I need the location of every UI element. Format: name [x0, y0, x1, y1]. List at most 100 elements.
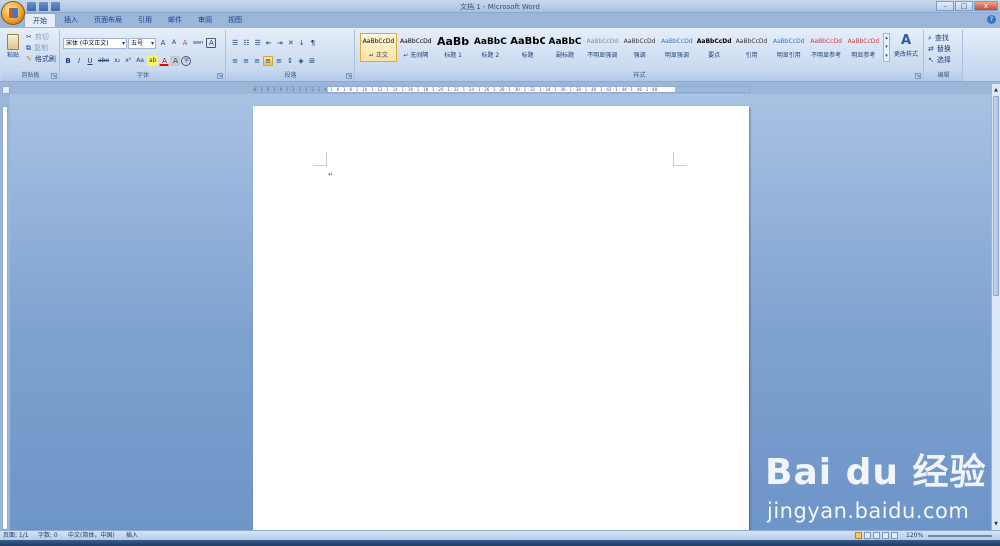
shading-button[interactable]: ◈: [296, 56, 306, 66]
font-dialog-launcher[interactable]: ↘: [217, 73, 223, 79]
style-name: ↵ 正文: [369, 52, 388, 59]
superscript-button[interactable]: x²: [123, 56, 133, 66]
vertical-ruler[interactable]: [2, 106, 8, 530]
office-button[interactable]: [1, 1, 25, 25]
line-spacing-button[interactable]: ↕: [285, 56, 295, 66]
scrollbar-thumb[interactable]: [993, 96, 999, 296]
style-item[interactable]: AaBbC 标题 2: [472, 33, 509, 62]
subscript-button[interactable]: x₂: [112, 56, 122, 66]
cut-icon: ✂: [26, 33, 32, 41]
decrease-indent-button[interactable]: ⇤: [264, 38, 274, 48]
underline-button[interactable]: U: [85, 56, 95, 66]
paste-label: 粘贴: [6, 52, 19, 59]
web-layout-view-icon[interactable]: [873, 532, 880, 539]
select-icon: ↖: [928, 56, 934, 64]
tab-page-layout[interactable]: 页面布局: [86, 13, 130, 27]
tab-selector-button[interactable]: [2, 86, 10, 94]
print-layout-view-icon[interactable]: [855, 532, 862, 539]
find-button[interactable]: 查找: [933, 33, 951, 43]
copy-button[interactable]: 复制: [32, 43, 50, 53]
style-item[interactable]: AaBbCcDd 要点: [696, 33, 733, 62]
change-case-button[interactable]: Aa: [134, 56, 146, 66]
style-item[interactable]: AaBbCcDd 引用: [733, 33, 770, 62]
tab-home[interactable]: 开始: [24, 13, 56, 27]
cut-button[interactable]: 剪切: [33, 32, 51, 42]
char-shading-button[interactable]: A: [170, 56, 181, 66]
status-bar: 页面: 1/1 字数: 0 中文(简体，中国) 插入 120%: [0, 530, 1000, 540]
justify-button[interactable]: ≡: [263, 56, 273, 66]
style-item[interactable]: AaBbCcDd 不明显强调: [584, 33, 621, 62]
highlight-button[interactable]: ab: [146, 56, 159, 66]
paragraph-mark: ↵: [328, 171, 334, 178]
style-item[interactable]: AaBbCcDd ↵ 正文: [360, 33, 397, 62]
numbering-button[interactable]: ☷: [241, 38, 251, 48]
style-item[interactable]: AaBb 标题 1: [435, 33, 472, 62]
style-name: 强调: [633, 52, 646, 59]
draft-view-icon[interactable]: [891, 532, 898, 539]
styles-scroll[interactable]: ▴ ▾ ▾: [883, 33, 890, 62]
distributed-button[interactable]: ≡: [274, 56, 284, 66]
scroll-down-icon[interactable]: ▼: [993, 520, 999, 528]
pinyin-guide-button[interactable]: wen: [191, 38, 205, 48]
shrink-font-button[interactable]: A: [169, 38, 179, 48]
styles-group-label: 样式: [356, 71, 923, 81]
bold-button[interactable]: B: [63, 56, 73, 66]
font-name-select[interactable]: 宋体 (中文正文): [63, 38, 127, 49]
align-right-button[interactable]: ≡: [252, 56, 262, 66]
char-border-button[interactable]: A: [206, 38, 217, 48]
borders-button[interactable]: ⊞: [307, 56, 317, 66]
tab-insert[interactable]: 插入: [56, 13, 86, 27]
show-marks-button[interactable]: ¶: [308, 38, 318, 48]
outline-view-icon[interactable]: [882, 532, 889, 539]
paste-button[interactable]: 粘贴: [4, 32, 22, 66]
close-button[interactable]: x: [974, 1, 998, 11]
chinese-layout-button[interactable]: ✕: [286, 38, 296, 48]
multilevel-list-button[interactable]: ☰: [253, 38, 263, 48]
minimize-button[interactable]: –: [936, 1, 954, 11]
zoom-slider[interactable]: [928, 535, 992, 537]
tab-mailings[interactable]: 邮件: [160, 13, 190, 27]
clipboard-dialog-launcher[interactable]: ↘: [51, 73, 57, 79]
vertical-scrollbar[interactable]: ▲ ▼: [991, 84, 1000, 530]
font-color-button[interactable]: A: [159, 56, 170, 66]
format-painter-button[interactable]: 格式刷: [33, 54, 58, 64]
style-name: ↵ 无间隔: [403, 52, 429, 59]
enclose-char-button[interactable]: 字: [181, 56, 192, 66]
horizontal-ruler[interactable]: 8 · 1 · 6 · 1 · 4 · 1 · 2 · 1 · 1 · 2 · …: [253, 86, 750, 93]
strikethrough-button[interactable]: abe: [96, 56, 111, 66]
increase-indent-button[interactable]: ⇥: [275, 38, 285, 48]
style-item[interactable]: AaBbCcDd ↵ 无间隔: [397, 33, 434, 62]
clear-format-button[interactable]: A: [180, 38, 190, 48]
style-name: 明显强调: [664, 52, 689, 59]
replace-button[interactable]: 替换: [935, 44, 953, 54]
maximize-button[interactable]: □: [955, 1, 973, 11]
style-name: 标题 1: [444, 52, 462, 59]
full-screen-view-icon[interactable]: [864, 532, 871, 539]
align-center-button[interactable]: ≡: [241, 56, 251, 66]
style-item[interactable]: AaBbC 副标题: [547, 33, 584, 62]
align-left-button[interactable]: ≡: [230, 56, 240, 66]
tab-review[interactable]: 审阅: [190, 13, 220, 27]
style-item[interactable]: AaBbCcDd 明显强调: [658, 33, 695, 62]
tab-references[interactable]: 引用: [130, 13, 160, 27]
select-button[interactable]: 选择: [935, 55, 953, 65]
help-icon[interactable]: ?: [987, 15, 996, 24]
grow-font-button[interactable]: A: [158, 38, 168, 48]
style-name: 标题 2: [481, 52, 500, 59]
scroll-up-icon[interactable]: ▲: [993, 86, 999, 94]
sort-button[interactable]: ↓: [297, 38, 307, 48]
styles-dialog-launcher[interactable]: ↘: [915, 73, 921, 79]
style-preview: AaBbCcDd: [623, 38, 656, 45]
style-item[interactable]: AaBbCcDd 不明显参考: [808, 33, 845, 62]
font-size-select[interactable]: 五号: [128, 38, 156, 49]
tab-view[interactable]: 视图: [220, 13, 250, 27]
change-styles-button[interactable]: A 更改样式: [892, 33, 920, 65]
style-preview: AaBbCcDd: [772, 38, 805, 45]
italic-button[interactable]: I: [74, 56, 84, 66]
style-item[interactable]: AaBbCcDd 明显引用: [770, 33, 807, 62]
style-item[interactable]: AaBbCcDd 明显参考: [845, 33, 882, 62]
paragraph-dialog-launcher[interactable]: ↘: [346, 73, 352, 79]
style-item[interactable]: AaBbCcDd 强调: [621, 33, 658, 62]
style-item[interactable]: AaBbC 标题: [509, 33, 546, 62]
bullets-button[interactable]: ☰: [230, 38, 240, 48]
